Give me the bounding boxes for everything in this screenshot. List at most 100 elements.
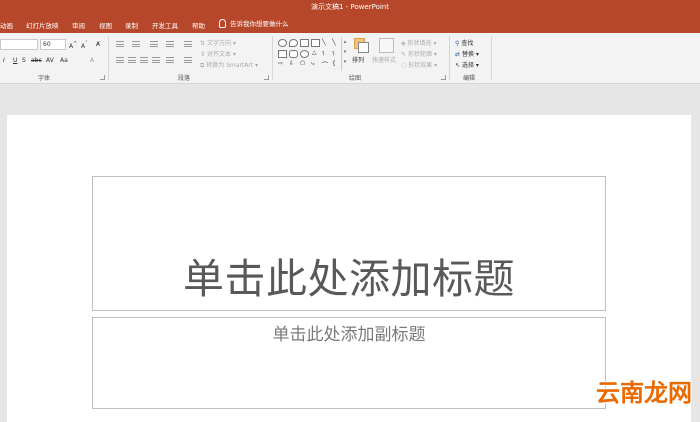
align-left-icon[interactable] [116,57,124,63]
select-button[interactable]: ↖ 选择 ▾ [455,60,479,69]
oval-shape-icon[interactable] [278,39,287,47]
drawing-group-label: 绘图 [349,75,362,82]
align-text-button[interactable]: ⇕ 对齐文本 ▾ [200,49,236,58]
drawing-dialog-launcher-icon[interactable] [441,75,446,80]
shape-effects-label: 形状效果 [408,62,433,69]
title-placeholder[interactable]: 单击此处添加标题 [92,176,606,311]
curve-shape-icon[interactable]: ⤷ [311,60,314,68]
triangle-shape-icon[interactable]: △ [312,49,317,56]
strikethrough-icon[interactable]: abc [31,57,42,64]
elbow-connector-icon[interactable]: ┐ [322,49,326,56]
slide-canvas[interactable]: 单击此处添加标题 单击此处添加副标题 [7,115,691,422]
paragraph-group-label: 段落 [178,75,191,82]
title-bar: 演示文稿1 - PowerPoint [0,0,700,14]
text-direction-label: 文字方向 [206,40,231,47]
line-shape-icon[interactable]: ╲ [322,39,326,46]
tab-developer[interactable]: 开发工具 [152,20,178,30]
arc-shape-icon[interactable] [289,39,298,47]
search-icon: ⚲ [455,40,460,47]
font-size-field[interactable]: 60 [40,39,66,50]
pentagon-shape-icon[interactable]: ⬠ [300,60,305,67]
columns-icon[interactable] [184,57,192,63]
shape-outline-button[interactable]: ✎ 形状轮廓 ▾ [401,49,437,58]
italic-icon[interactable]: I [3,57,5,64]
tab-slideshow[interactable]: 幻灯片放映 [26,20,59,30]
distributed-icon[interactable] [166,57,174,63]
wave-shape-icon[interactable]: ⌒ [322,60,328,69]
down-arrow-shape-icon[interactable]: ⇩ [289,60,294,67]
align-right-icon[interactable] [140,57,148,63]
tell-me-box[interactable]: 告诉我你想要做什么 [219,18,289,28]
clear-format-icon[interactable]: A̸ [96,41,100,48]
quick-styles-icon [379,38,394,53]
font-size-value: 60 [43,41,51,48]
smartart-label: 转换为 SmartArt [206,62,254,69]
quick-styles-label: 快速样式 [372,57,397,64]
tell-me-text: 告诉我你想要做什么 [230,20,289,28]
decrease-font-icon[interactable]: Aˇ [81,41,88,50]
char-spacing-icon[interactable]: AV [46,57,54,64]
group-separator [491,36,492,80]
find-label: 查找 [461,40,474,47]
shape-outline-label: 形状轮廓 [407,51,432,58]
tab-review[interactable]: 审阅 [72,20,85,30]
replace-icon: ⇄ [455,51,461,58]
shape-effects-button[interactable]: ◌ 形状效果 ▾ [401,60,437,69]
window-title: 演示文稿1 - PowerPoint [311,3,389,11]
find-button[interactable]: ⚲ 查找 [455,38,473,47]
arrange-button[interactable]: 排列 [350,36,370,70]
group-separator [108,36,109,80]
quick-styles-button[interactable]: 快速样式 [372,36,400,70]
font-name-field[interactable] [0,39,38,50]
tab-animations[interactable]: 动画 [0,20,13,30]
tab-record[interactable]: 录制 [125,20,138,30]
increase-font-icon[interactable]: A^ [69,41,77,50]
justify-icon[interactable] [152,57,160,63]
ribbon-tab-bar: 动画 幻灯片放映 审阅 视图 录制 开发工具 帮助 告诉我你想要做什么 [0,14,700,33]
select-label: 选择 [461,62,474,69]
textbox-shape-icon[interactable] [311,39,320,47]
shapes-scroll[interactable]: ▴ ▾ ▾ [341,37,348,71]
lightbulb-icon [219,18,226,28]
rectangle-shape-icon[interactable] [300,39,309,47]
change-case-icon[interactable]: Aa [60,57,68,64]
increase-indent-icon[interactable] [166,41,174,47]
group-separator [449,36,450,80]
decrease-indent-icon[interactable] [150,41,158,47]
replace-label: 替换 [461,51,474,58]
replace-button[interactable]: ⇄ 替换 ▾ [455,49,479,58]
numbering-icon[interactable] [132,41,140,47]
rounded-rect-shape-icon[interactable] [289,50,298,58]
shadow-icon[interactable]: S [22,57,26,64]
shapes-gallery[interactable]: ╲ ╲ △ ┐ ┐ ⇨ ⇩ ⬠ ⤷ ⌒ { [276,37,344,71]
smartart-button[interactable]: ⧉ 转换为 SmartArt ▾ [200,60,258,70]
arrange-icon-back [358,42,369,53]
group-separator [272,36,273,80]
font-dialog-launcher-icon[interactable] [100,75,105,80]
shape-fill-label: 形状填充 [407,40,432,47]
shape-fill-button[interactable]: ◈ 形状填充 ▾ [401,38,436,47]
tab-help[interactable]: 帮助 [192,20,205,30]
ribbon: 60 A^ Aˇ A̸ I U S abc AV Aa A 字体 ⇅ 文字方向 … [0,33,700,84]
line-spacing-icon[interactable] [184,41,192,47]
underline-icon[interactable]: U [13,57,17,64]
font-color-icon[interactable]: A [90,57,94,64]
text-direction-button[interactable]: ⇅ 文字方向 ▾ [200,38,236,47]
arrow-line-shape-icon[interactable]: ╲ [332,39,336,46]
subtitle-placeholder[interactable]: 单击此处添加副标题 [92,317,606,409]
bullets-icon[interactable] [116,41,124,47]
ellipse-shape-icon[interactable] [300,50,309,58]
brace-shape-icon[interactable]: { [332,60,336,67]
font-group-label: 字体 [38,75,51,82]
title-placeholder-text: 单击此处添加标题 [183,255,515,303]
tab-view[interactable]: 视图 [99,20,112,30]
cursor-icon: ↖ [455,62,461,69]
subtitle-placeholder-text: 单击此处添加副标题 [272,325,426,345]
align-center-icon[interactable] [128,57,136,63]
editing-group-label: 编辑 [463,75,476,82]
right-arrow-shape-icon[interactable]: ⇨ [278,60,283,67]
elbow-arrow-connector-icon[interactable]: ┐ [332,49,336,56]
paragraph-dialog-launcher-icon[interactable] [264,75,269,80]
rect-shape-icon[interactable] [278,50,287,58]
arrange-label: 排列 [352,57,365,64]
